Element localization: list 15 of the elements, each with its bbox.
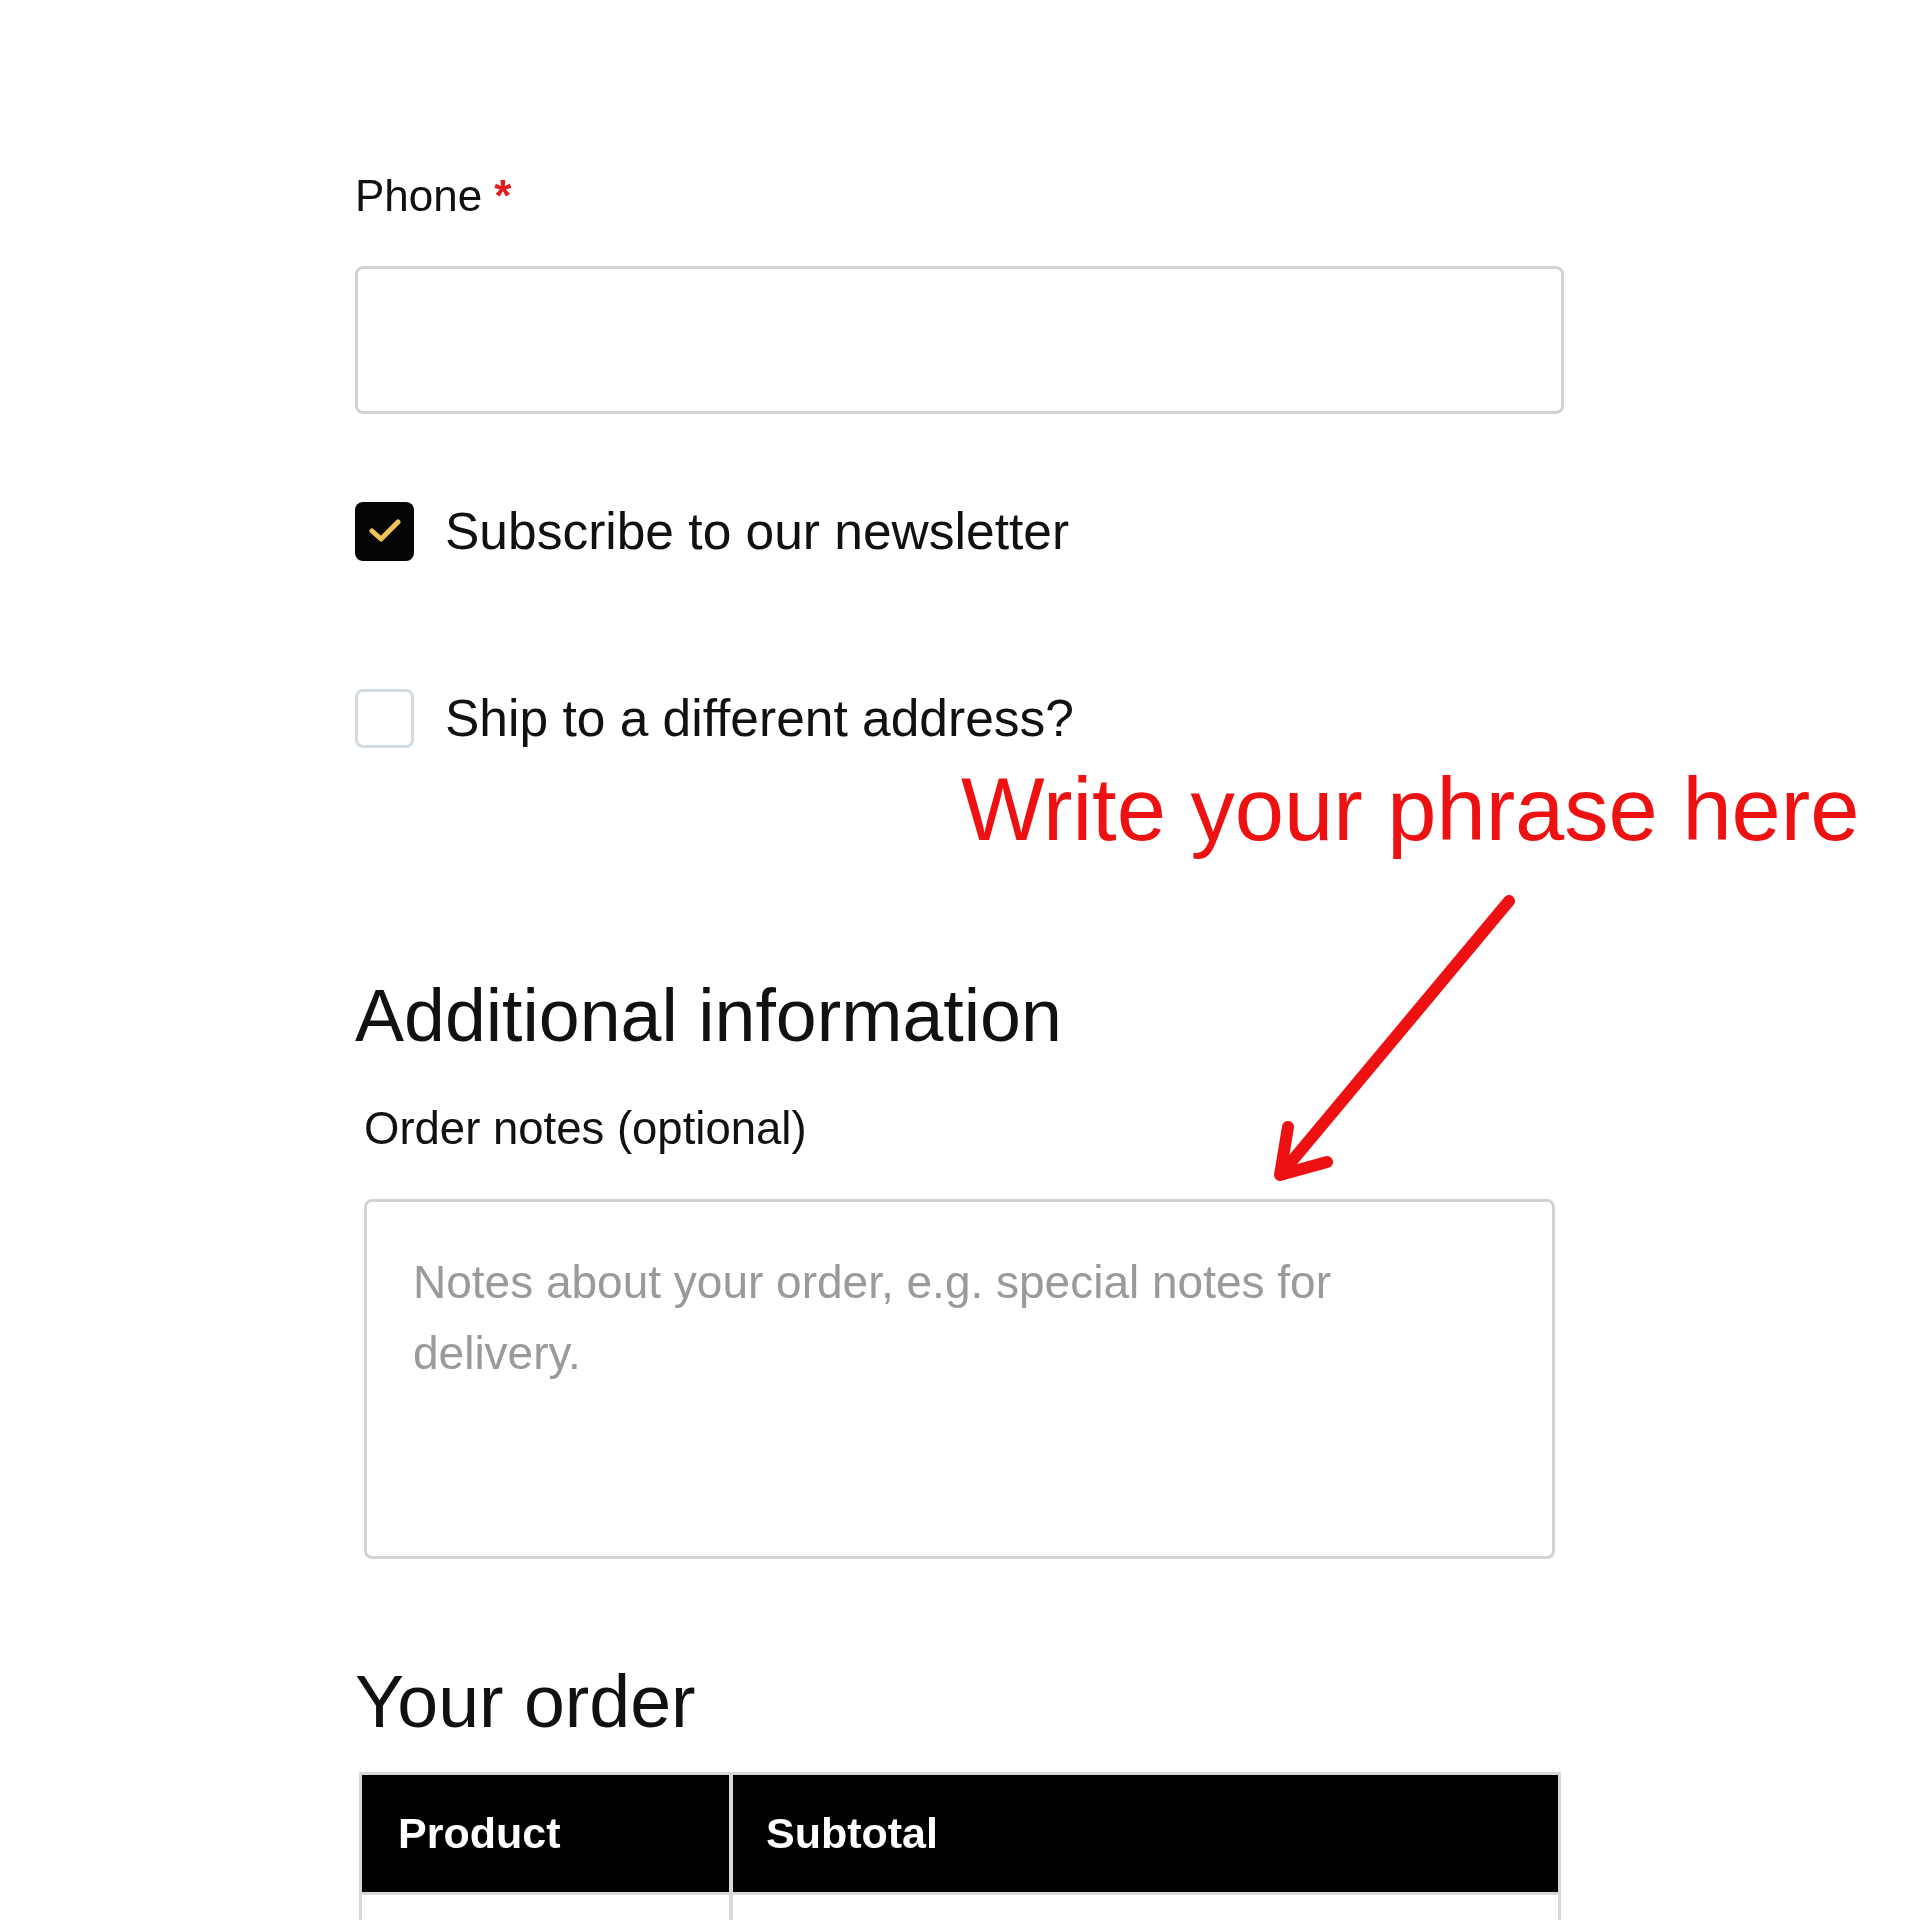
order-notes-field[interactable]: Notes about your order, e.g. special notes for delivery. — [364, 1199, 1555, 1559]
section-heading: Your order — [355, 1659, 696, 1745]
field-label: Phone — [355, 171, 483, 221]
field-label: Order notes (optional) — [364, 1102, 807, 1156]
required-mark: * — [494, 171, 512, 221]
section-heading: Additional information — [355, 973, 1062, 1059]
table-header-cell: Product — [362, 1775, 729, 1892]
phone-input-field[interactable] — [355, 266, 1564, 414]
checkbox-label: Ship to a different address? — [445, 688, 1074, 748]
checkbox[interactable] — [355, 688, 414, 748]
check-icon — [368, 519, 401, 543]
table-header-cell: Subtotal — [729, 1775, 1558, 1892]
annotation-text: Write your phrase here — [961, 759, 1860, 861]
checkbox-label: Subscribe to our newsletter — [445, 501, 1070, 561]
checkbox[interactable] — [355, 501, 414, 561]
